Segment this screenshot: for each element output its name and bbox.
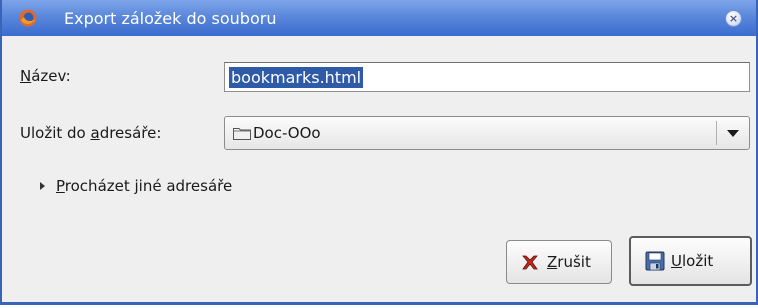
chevron-down-icon[interactable]: [727, 130, 739, 137]
floppy-disk-icon: [645, 251, 665, 271]
window-title: Export záložek do souboru: [64, 9, 277, 28]
name-label: Název:: [20, 67, 71, 85]
folder-icon: [233, 128, 251, 140]
cancel-x-icon: [522, 255, 538, 270]
folder-select[interactable]: Doc-OOo: [224, 116, 750, 150]
filename-input[interactable]: bookmarks.html: [224, 62, 750, 92]
save-button-label: Uložit: [671, 252, 714, 270]
export-bookmarks-dialog: Export záložek do souboru × Název: bookm…: [0, 0, 758, 305]
close-icon[interactable]: ×: [725, 10, 742, 27]
save-button[interactable]: Uložit: [629, 236, 752, 286]
browse-other-folders-label: Procházet jiné adresáře: [56, 177, 233, 195]
expander-arrow-icon[interactable]: [40, 182, 45, 190]
save-folder-label: Uložit do adresáře:: [20, 124, 162, 142]
cancel-button-label: Zrušit: [547, 253, 591, 271]
combo-separator: [716, 121, 717, 145]
filename-value: bookmarks.html: [229, 67, 364, 88]
title-bar[interactable]: Export záložek do souboru ×: [2, 0, 756, 36]
folder-select-value: Doc-OOo: [253, 124, 321, 142]
firefox-icon: [19, 9, 37, 27]
cancel-button[interactable]: Zrušit: [506, 240, 612, 284]
